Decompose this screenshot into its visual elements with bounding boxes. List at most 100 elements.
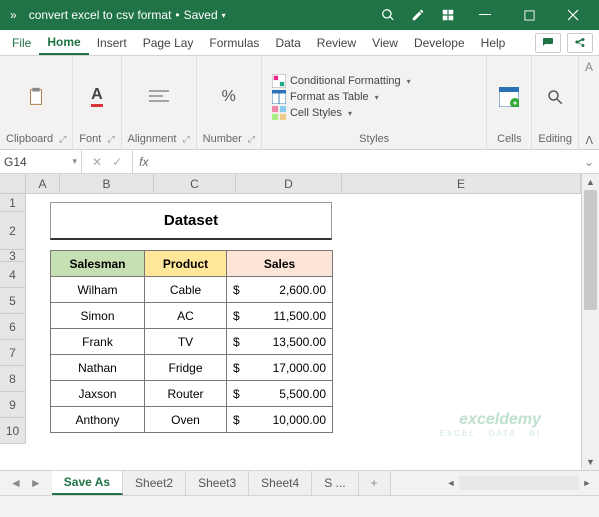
group-label: Font bbox=[79, 133, 101, 145]
format-as-table-button[interactable]: Format as Table bbox=[272, 90, 411, 104]
minimize-button[interactable] bbox=[463, 0, 507, 30]
scroll-thumb[interactable] bbox=[584, 190, 597, 310]
group-label: Alignment bbox=[128, 133, 177, 145]
cells-icon bbox=[497, 85, 521, 109]
maximize-button[interactable] bbox=[507, 0, 551, 30]
expand-formula-bar-icon[interactable]: ⌄ bbox=[579, 150, 599, 173]
group-label: Cells bbox=[497, 133, 521, 145]
row-header[interactable]: 6 bbox=[0, 314, 25, 340]
add-sheet-button[interactable]: + bbox=[359, 471, 391, 495]
group-styles: Conditional Formatting Format as Table C… bbox=[262, 56, 487, 149]
collapse-ribbon-button[interactable]: ᐱ bbox=[585, 134, 593, 147]
column-headers: A B C D E bbox=[0, 174, 581, 194]
fx-label[interactable]: fx bbox=[133, 150, 154, 173]
font-button[interactable]: A bbox=[81, 83, 113, 111]
tab-view[interactable]: View bbox=[364, 30, 406, 55]
worksheet-grid: A B C D E 1 2 3 4 5 6 7 8 9 10 Dataset bbox=[0, 174, 599, 470]
comments-button[interactable] bbox=[535, 33, 561, 53]
scroll-right-icon[interactable]: ► bbox=[579, 478, 595, 488]
cells-area[interactable]: Dataset Salesman Product Sales WilhamCab… bbox=[26, 194, 581, 444]
tab-insert[interactable]: Insert bbox=[89, 30, 135, 55]
select-all-corner[interactable] bbox=[0, 174, 26, 193]
sheet-tab[interactable]: Sheet3 bbox=[186, 471, 249, 495]
launcher-icon[interactable]: ⤢ bbox=[59, 134, 66, 145]
group-alignment: Alignment ⤢ bbox=[122, 56, 197, 149]
col-header[interactable]: D bbox=[236, 174, 342, 193]
row-headers: 1 2 3 4 5 6 7 8 9 10 bbox=[0, 194, 26, 444]
launcher-icon[interactable]: ⤢ bbox=[248, 134, 255, 145]
scroll-down-icon[interactable]: ▼ bbox=[582, 454, 599, 470]
launcher-icon[interactable]: ⤢ bbox=[107, 134, 114, 145]
more-icon[interactable]: » bbox=[10, 8, 17, 22]
table-row: AnthonyOven$10,000.00 bbox=[51, 407, 333, 433]
group-label: Styles bbox=[359, 133, 389, 145]
row-header[interactable]: 4 bbox=[0, 262, 25, 288]
tab-data[interactable]: Data bbox=[267, 30, 308, 55]
tab-review[interactable]: Review bbox=[309, 30, 364, 55]
tab-file[interactable]: File bbox=[4, 30, 39, 55]
filename: convert excel to csv format bbox=[29, 8, 172, 22]
sheet-nav-next-icon[interactable]: ► bbox=[30, 476, 42, 490]
pen-icon[interactable] bbox=[403, 0, 433, 30]
tab-formulas[interactable]: Formulas bbox=[201, 30, 267, 55]
row-header[interactable]: 2 bbox=[0, 212, 25, 250]
row-header[interactable]: 8 bbox=[0, 366, 25, 392]
chevron-down-icon[interactable]: ▾ bbox=[72, 156, 77, 167]
grid-icon[interactable] bbox=[433, 0, 463, 30]
editing-button[interactable] bbox=[539, 83, 571, 111]
row-header[interactable]: 1 bbox=[0, 194, 25, 212]
clipboard-icon bbox=[24, 85, 48, 109]
align-icon bbox=[147, 85, 171, 109]
document-title: convert excel to csv format • Saved ▾ bbox=[29, 8, 226, 22]
row-header[interactable]: 5 bbox=[0, 288, 25, 314]
sheet-tab[interactable]: Sheet4 bbox=[249, 471, 312, 495]
row-header[interactable]: 7 bbox=[0, 340, 25, 366]
sheet-tab-active[interactable]: Save As bbox=[52, 471, 123, 495]
table-row: WilhamCable$2,600.00 bbox=[51, 277, 333, 303]
row-header[interactable]: 9 bbox=[0, 392, 25, 418]
ribbon-tabs: File Home Insert Page Lay Formulas Data … bbox=[0, 30, 599, 56]
scroll-up-icon[interactable]: ▲ bbox=[582, 174, 599, 190]
col-header[interactable]: B bbox=[60, 174, 154, 193]
find-icon bbox=[543, 85, 567, 109]
formula-bar-row: G14 ▾ ✕ ✓ fx ⌄ bbox=[0, 150, 599, 174]
alignment-button[interactable] bbox=[143, 83, 175, 111]
number-button[interactable]: % bbox=[213, 83, 245, 111]
cancel-formula-icon[interactable]: ✕ bbox=[92, 155, 102, 169]
col-header[interactable]: C bbox=[154, 174, 236, 193]
cells-button[interactable] bbox=[493, 83, 525, 111]
col-header[interactable]: A bbox=[26, 174, 60, 193]
tab-home[interactable]: Home bbox=[39, 30, 88, 55]
share-button[interactable] bbox=[567, 33, 593, 53]
launcher-icon[interactable]: ⤢ bbox=[182, 134, 189, 145]
tab-help[interactable]: Help bbox=[473, 30, 514, 55]
sheet-tab-bar: ◄ ► Save As Sheet2 Sheet3 Sheet4 S ... +… bbox=[0, 470, 599, 495]
group-clipboard: Clipboard⤢ bbox=[0, 56, 73, 149]
conditional-formatting-button[interactable]: Conditional Formatting bbox=[272, 74, 411, 88]
font-color-icon: A bbox=[85, 85, 109, 109]
dataset-table: Salesman Product Sales WilhamCable$2,600… bbox=[50, 250, 333, 433]
table-row: JaxsonRouter$5,500.00 bbox=[51, 381, 333, 407]
paste-button[interactable] bbox=[20, 83, 52, 111]
formula-input[interactable] bbox=[154, 150, 579, 173]
row-header[interactable]: 3 bbox=[0, 250, 25, 262]
sheet-nav-prev-icon[interactable]: ◄ bbox=[10, 476, 22, 490]
col-header[interactable]: E bbox=[342, 174, 581, 193]
vertical-scrollbar[interactable]: ▲ ▼ bbox=[581, 174, 599, 470]
sheet-tab[interactable]: Sheet2 bbox=[123, 471, 186, 495]
name-box[interactable]: G14 ▾ bbox=[0, 150, 82, 173]
close-button[interactable] bbox=[551, 0, 595, 30]
tab-page-layout[interactable]: Page Lay bbox=[135, 30, 202, 55]
table-row: NathanFridge$17,000.00 bbox=[51, 355, 333, 381]
search-icon[interactable] bbox=[373, 0, 403, 30]
tab-developer[interactable]: Develope bbox=[406, 30, 473, 55]
save-state: Saved bbox=[184, 8, 218, 22]
horizontal-scrollbar[interactable]: ◄ ► bbox=[391, 471, 599, 495]
group-cells: Cells bbox=[487, 56, 532, 149]
scroll-left-icon[interactable]: ◄ bbox=[443, 478, 459, 488]
sheet-tab[interactable]: S ... bbox=[312, 471, 358, 495]
enter-formula-icon[interactable]: ✓ bbox=[112, 155, 122, 169]
row-header[interactable]: 10 bbox=[0, 418, 25, 444]
table-row: SimonAC$11,500.00 bbox=[51, 303, 333, 329]
cell-styles-button[interactable]: Cell Styles bbox=[272, 106, 411, 120]
